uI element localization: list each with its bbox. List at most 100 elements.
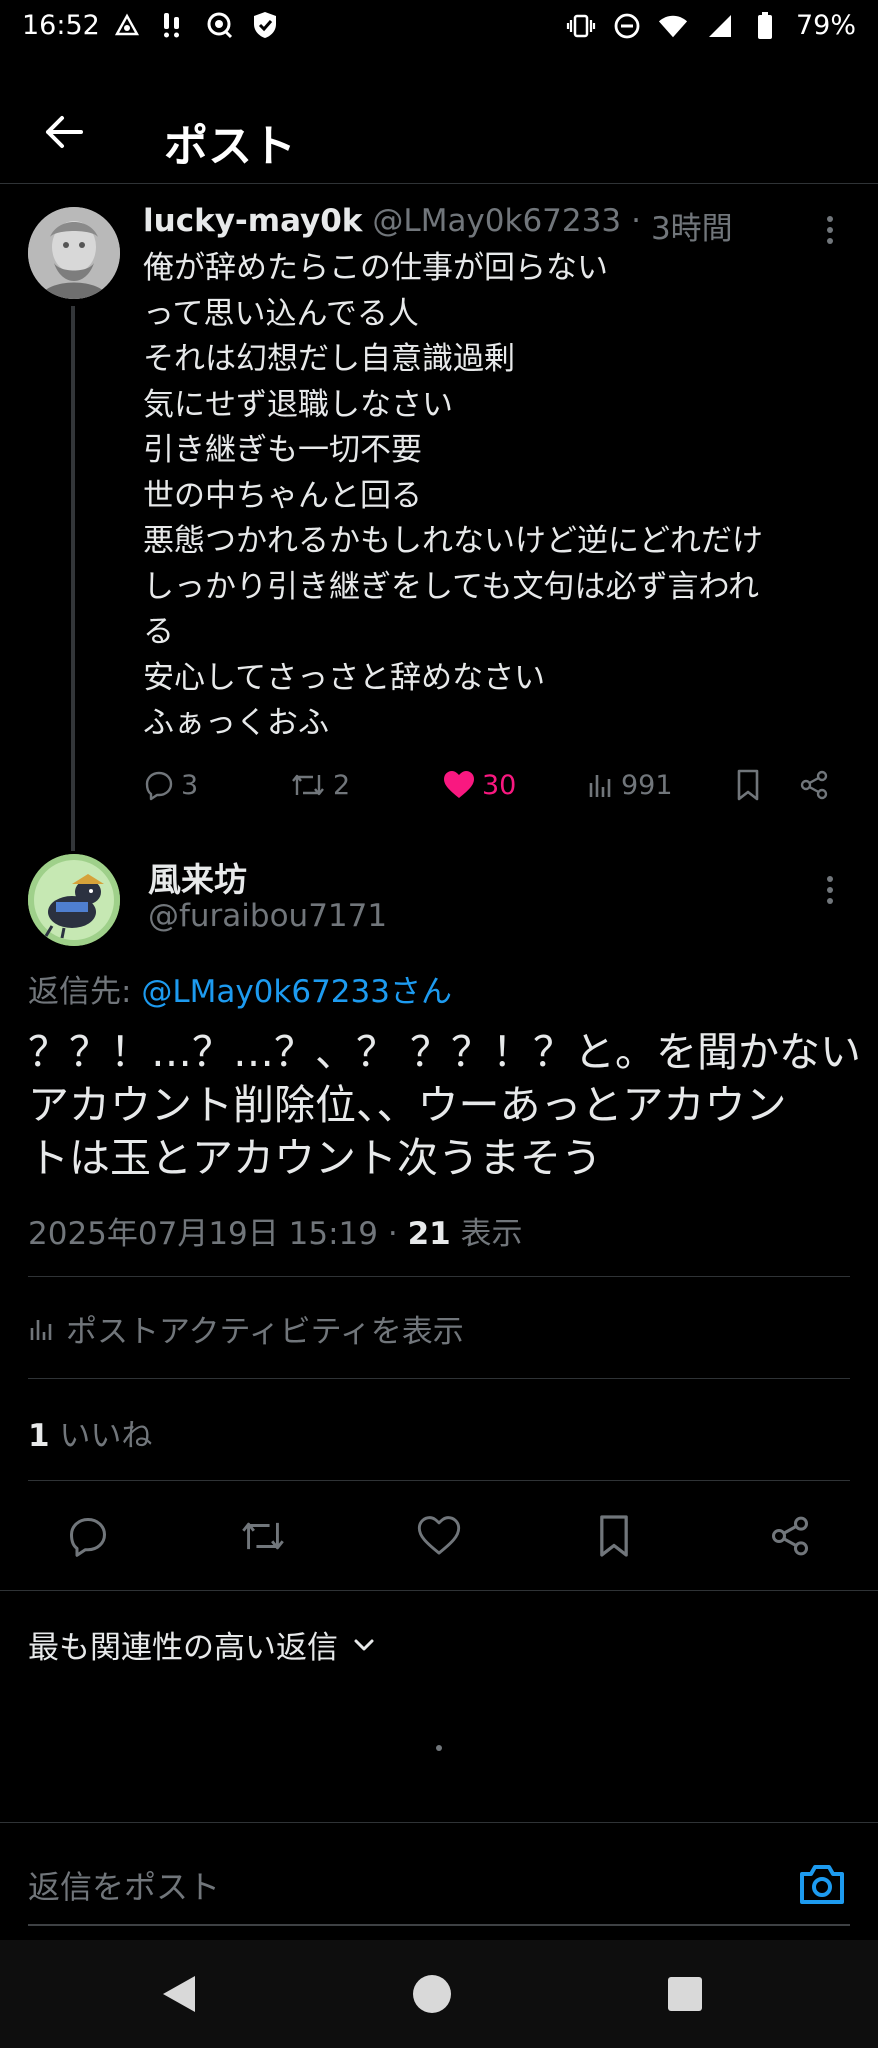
post-text: 俺が辞めたらこの仕事が回らない って思い込んでる人 それは幻想だし自意識過剰 気… xyxy=(143,246,843,747)
post-text-line: る xyxy=(143,614,174,650)
likes-count: 1 xyxy=(28,1418,50,1454)
reply-icon xyxy=(69,1517,107,1557)
post-text-line: しっかり引き継ぎをしても文句は必ず言われ xyxy=(143,568,759,605)
post-text-line: 俺が辞めたらこの仕事が回らない xyxy=(143,250,608,286)
share-button[interactable] xyxy=(762,1508,818,1564)
back-button[interactable] xyxy=(34,102,94,162)
reply-icon xyxy=(145,771,173,801)
separator-dot: · xyxy=(387,1216,398,1252)
post-text-line: 悪態つかれるかもしれないけど逆にどれだけ xyxy=(143,523,763,559)
battery-percent: 79% xyxy=(795,10,856,41)
bookmark-icon xyxy=(600,1515,628,1557)
post-text-line: って思い込んでる人 xyxy=(143,295,419,332)
repost-button[interactable]: 2 xyxy=(289,762,350,808)
views-count: 21 xyxy=(407,1216,451,1252)
reply-input-underline xyxy=(28,1924,850,1926)
notification-app-icon xyxy=(204,10,234,40)
post-actions: 3 2 30 991 xyxy=(143,762,843,808)
divider xyxy=(0,1822,878,1823)
author-name[interactable]: lucky-may0k xyxy=(143,203,362,248)
reply-input[interactable]: 返信をポスト xyxy=(28,1862,220,1908)
status-notification-icons xyxy=(112,10,280,40)
post-text-line: 安心してさっさと辞めなさい xyxy=(143,659,546,696)
bookmark-button[interactable] xyxy=(586,1508,642,1564)
reply-to-mention[interactable]: @LMay0k67233さん xyxy=(141,974,452,1010)
notification-app-icon xyxy=(112,10,142,40)
status-time: 16:52 xyxy=(22,10,100,41)
signal-icon xyxy=(704,11,734,41)
views-label: 表示 xyxy=(450,1216,523,1252)
views-button[interactable]: 991 xyxy=(587,762,673,808)
post-text-line: トは玉とアカウント次うまそう xyxy=(28,1134,602,1182)
reply-to-line: 返信先: @LMay0k67233さん xyxy=(28,966,452,1011)
battery-icon xyxy=(750,11,780,41)
heart-icon xyxy=(417,1516,461,1555)
shield-icon xyxy=(250,10,280,40)
post-text-line: 引き継ぎも一切不要 xyxy=(143,432,422,468)
repost-button[interactable] xyxy=(235,1508,291,1564)
likes-label: いいね xyxy=(49,1418,153,1454)
thread-line xyxy=(71,306,75,851)
nav-back-button[interactable] xyxy=(153,1968,205,2020)
post-text: ？？！…？…？、？ ？？！？と。を聞かない アカウント削除位、、ウーあっとアカウ… xyxy=(28,1026,862,1185)
share-icon xyxy=(771,1516,809,1556)
arrow-left-icon xyxy=(46,116,83,148)
wifi-icon xyxy=(658,11,688,41)
more-options-button[interactable] xyxy=(815,210,845,250)
repost-count: 2 xyxy=(333,769,351,801)
bar-chart-icon xyxy=(30,1319,52,1340)
repost-icon xyxy=(292,774,324,796)
post-header: lucky-may0k @LMay0k67233 · 3時間 xyxy=(143,203,733,248)
system-navigation-bar xyxy=(0,1940,878,2048)
loading-indicator xyxy=(436,1745,442,1751)
bookmark-button[interactable] xyxy=(734,762,762,808)
bookmark-icon xyxy=(737,769,759,801)
camera-button[interactable] xyxy=(796,1858,848,1910)
square-recents-icon xyxy=(668,1977,702,2011)
post-text-line: 気にせず退職しなさい xyxy=(143,386,453,423)
post-time: 3時間 xyxy=(650,211,733,247)
author-handle[interactable]: @furaibou7171 xyxy=(148,898,387,934)
divider xyxy=(28,1276,850,1277)
post-activity-link[interactable]: ポストアクティビティを表示 xyxy=(28,1306,464,1351)
post-text-line: 世の中ちゃんと回る xyxy=(143,477,422,514)
like-button[interactable]: 30 xyxy=(442,762,516,808)
chevron-down-icon xyxy=(354,1639,374,1650)
top-app-bar: ポスト xyxy=(0,80,878,184)
author-handle[interactable]: @LMay0k67233 xyxy=(372,203,621,248)
post-timestamp: 2025年07月19日 15:19 xyxy=(28,1216,378,1252)
post-text-line: アカウント削除位、、ウーあっとアカウン xyxy=(28,1081,787,1129)
nav-recents-button[interactable] xyxy=(659,1968,711,2020)
reply-to-label: 返信先: xyxy=(28,974,142,1010)
status-bar: 16:52 79% xyxy=(0,0,878,56)
share-icon xyxy=(800,770,828,800)
like-count: 30 xyxy=(482,769,517,801)
vibrate-icon xyxy=(566,11,596,41)
share-button[interactable] xyxy=(798,762,830,808)
post-activity-label: ポストアクティビティを表示 xyxy=(66,1314,464,1350)
reply-button[interactable]: 3 xyxy=(143,762,198,808)
post-text-line: それは幻想だし自意識過剰 xyxy=(143,341,515,377)
divider xyxy=(28,1480,850,1481)
divider xyxy=(28,1378,850,1379)
bar-chart-icon xyxy=(589,775,611,797)
avatar[interactable] xyxy=(28,207,120,299)
page-title: ポスト xyxy=(164,121,296,172)
notification-app-icon xyxy=(158,10,188,40)
camera-icon xyxy=(800,1865,844,1904)
post-text-line: ？？！…？…？、？ ？？！？と。を聞かない xyxy=(28,1028,862,1076)
separator-dot: · xyxy=(631,203,641,239)
avatar[interactable] xyxy=(28,854,120,946)
more-vertical-icon xyxy=(827,216,833,244)
nav-home-button[interactable] xyxy=(406,1968,458,2020)
author-name[interactable]: 風来坊 xyxy=(148,853,247,901)
divider xyxy=(0,1590,878,1591)
like-button[interactable] xyxy=(411,1508,467,1564)
reply-sort-dropdown[interactable]: 最も関連性の高い返信 xyxy=(28,1622,376,1667)
triangle-back-icon xyxy=(163,1976,195,2012)
post-meta: 2025年07月19日 15:19 · 21 表示 xyxy=(28,1208,523,1253)
likes-summary[interactable]: 1 いいね xyxy=(28,1410,152,1455)
reply-button[interactable] xyxy=(60,1508,116,1564)
more-options-button[interactable] xyxy=(815,870,845,910)
do-not-disturb-icon xyxy=(612,11,642,41)
